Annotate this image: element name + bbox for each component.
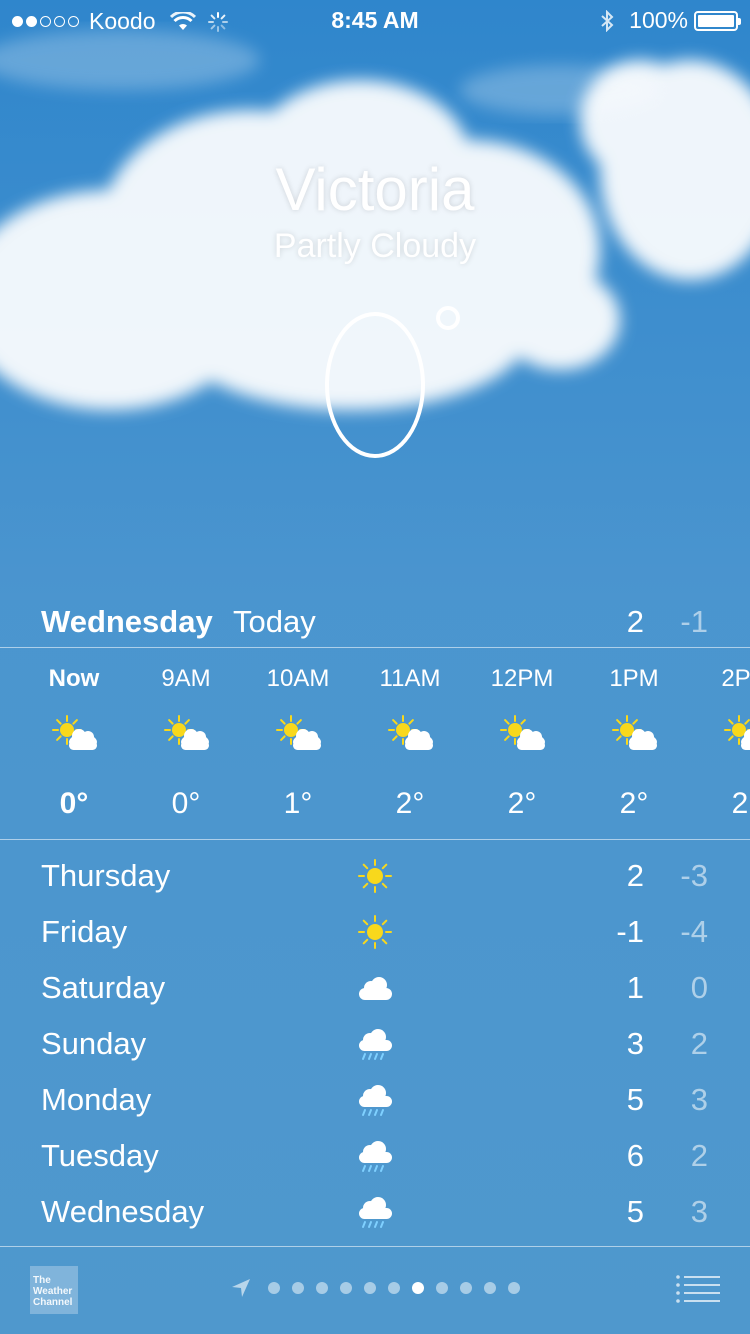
city-name: Victoria: [275, 156, 475, 223]
hourly-item: Now 0°: [24, 649, 124, 839]
hourly-time: 12PM: [490, 665, 554, 692]
rain-icon: [355, 1192, 395, 1232]
daily-row: Monday 5 3: [0, 1072, 750, 1128]
day-low: -4: [680, 914, 708, 949]
cloud-icon: [355, 968, 395, 1008]
hourly-item: 12PM 2°: [472, 649, 572, 839]
page-dot[interactable]: [316, 1282, 328, 1294]
today-label: Today: [233, 604, 316, 639]
day-name: Sunday: [41, 1026, 147, 1061]
hourly-time: 2PM: [721, 665, 750, 692]
hourly-item: 9AM 0°: [136, 649, 236, 839]
rain-icon: [355, 1136, 395, 1176]
partly-cloudy-icon: [275, 715, 325, 755]
partly-cloudy-icon: [163, 715, 213, 755]
day-high: 3: [626, 1026, 644, 1061]
day-low: 2: [690, 1026, 708, 1061]
daily-row: Wednesday 5 3: [0, 1184, 750, 1240]
location-arrow-icon: [232, 1279, 250, 1297]
day-high: 5: [626, 1194, 644, 1229]
rain-icon: [355, 1080, 395, 1120]
partly-cloudy-icon: [499, 715, 549, 755]
hourly-time: 10AM: [266, 665, 330, 692]
page-dot[interactable]: [268, 1282, 280, 1294]
page-dot[interactable]: [292, 1282, 304, 1294]
current-temperature-value: [325, 312, 425, 458]
day-name: Wednesday: [41, 1194, 205, 1229]
battery-status: 100%: [599, 7, 741, 34]
hourly-temperature: 2°: [731, 787, 750, 820]
current-temperature: [0, 290, 750, 490]
hourly-temperature: 1°: [283, 787, 313, 820]
day-high: 5: [626, 1082, 644, 1117]
partly-cloudy-icon: [51, 715, 101, 755]
daily-row: Saturday 1 0: [0, 960, 750, 1016]
hourly-time: 9AM: [161, 665, 211, 692]
sun-icon: [355, 856, 395, 896]
hourly-temperature: 0°: [171, 787, 201, 820]
hourly-item: 10AM 1°: [248, 649, 348, 839]
day-name: Saturday: [41, 970, 166, 1005]
hourly-temperature: 2°: [507, 787, 537, 820]
day-high: 6: [626, 1138, 644, 1173]
page-dot[interactable]: [388, 1282, 400, 1294]
hourly-time: 1PM: [609, 665, 659, 692]
day-low: 3: [690, 1082, 708, 1117]
footer-divider: [0, 1246, 750, 1247]
current-condition: Partly Cloudy: [273, 227, 477, 265]
hourly-forecast[interactable]: Now 0° 9AM 0° 10AM 1° 11AM 2° 12PM 2° 1PM 2° 2PM 2°: [0, 649, 750, 840]
day-name: Friday: [41, 914, 128, 949]
daily-row: Friday -1 -4: [0, 904, 750, 960]
page-dot[interactable]: [460, 1282, 472, 1294]
hourly-temperature: 2°: [619, 787, 649, 820]
hourly-temperature: 0°: [59, 787, 89, 820]
battery-icon: [694, 10, 741, 31]
page-dot[interactable]: [484, 1282, 496, 1294]
day-low: 0: [690, 970, 708, 1005]
battery-percent: 100%: [629, 7, 688, 33]
today-summary: Wednesday Today 2 -1: [0, 600, 750, 648]
hourly-time: 11AM: [379, 665, 441, 692]
hourly-item: 2PM 2°: [696, 649, 750, 839]
page-dot[interactable]: [412, 1282, 424, 1294]
status-bar: Koodo 8:45 AM 100%: [0, 0, 750, 40]
hourly-item: 11AM 2°: [360, 649, 460, 839]
daily-row: Thursday 2 -3: [0, 848, 750, 904]
rain-icon: [355, 1024, 395, 1064]
page-dot[interactable]: [340, 1282, 352, 1294]
day-high: 2: [626, 858, 644, 893]
degree-symbol: [436, 306, 460, 330]
today-day: Wednesday: [41, 604, 213, 639]
today-low: -1: [680, 604, 708, 639]
partly-cloudy-icon: [723, 715, 750, 755]
day-name: Tuesday: [41, 1138, 159, 1173]
daily-row: Sunday 3 2: [0, 1016, 750, 1072]
today-high: 2: [626, 604, 644, 639]
bluetooth-icon: [601, 9, 614, 32]
day-high: -1: [616, 914, 644, 949]
day-low: 3: [690, 1194, 708, 1229]
city-list-button[interactable]: [676, 1274, 720, 1304]
day-high: 1: [626, 970, 644, 1005]
page-dot[interactable]: [436, 1282, 448, 1294]
day-name: Thursday: [41, 858, 171, 893]
day-low: 2: [690, 1138, 708, 1173]
day-low: -3: [680, 858, 708, 893]
hourly-item: 1PM 2°: [584, 649, 684, 839]
sun-icon: [355, 912, 395, 952]
hourly-temperature: 2°: [395, 787, 425, 820]
page-dot[interactable]: [508, 1282, 520, 1294]
daily-row: Tuesday 6 2: [0, 1128, 750, 1184]
hourly-time: Now: [48, 665, 100, 692]
page-indicator[interactable]: [0, 1277, 750, 1299]
page-dot[interactable]: [364, 1282, 376, 1294]
partly-cloudy-icon: [611, 715, 661, 755]
day-name: Monday: [41, 1082, 152, 1117]
partly-cloudy-icon: [387, 715, 437, 755]
